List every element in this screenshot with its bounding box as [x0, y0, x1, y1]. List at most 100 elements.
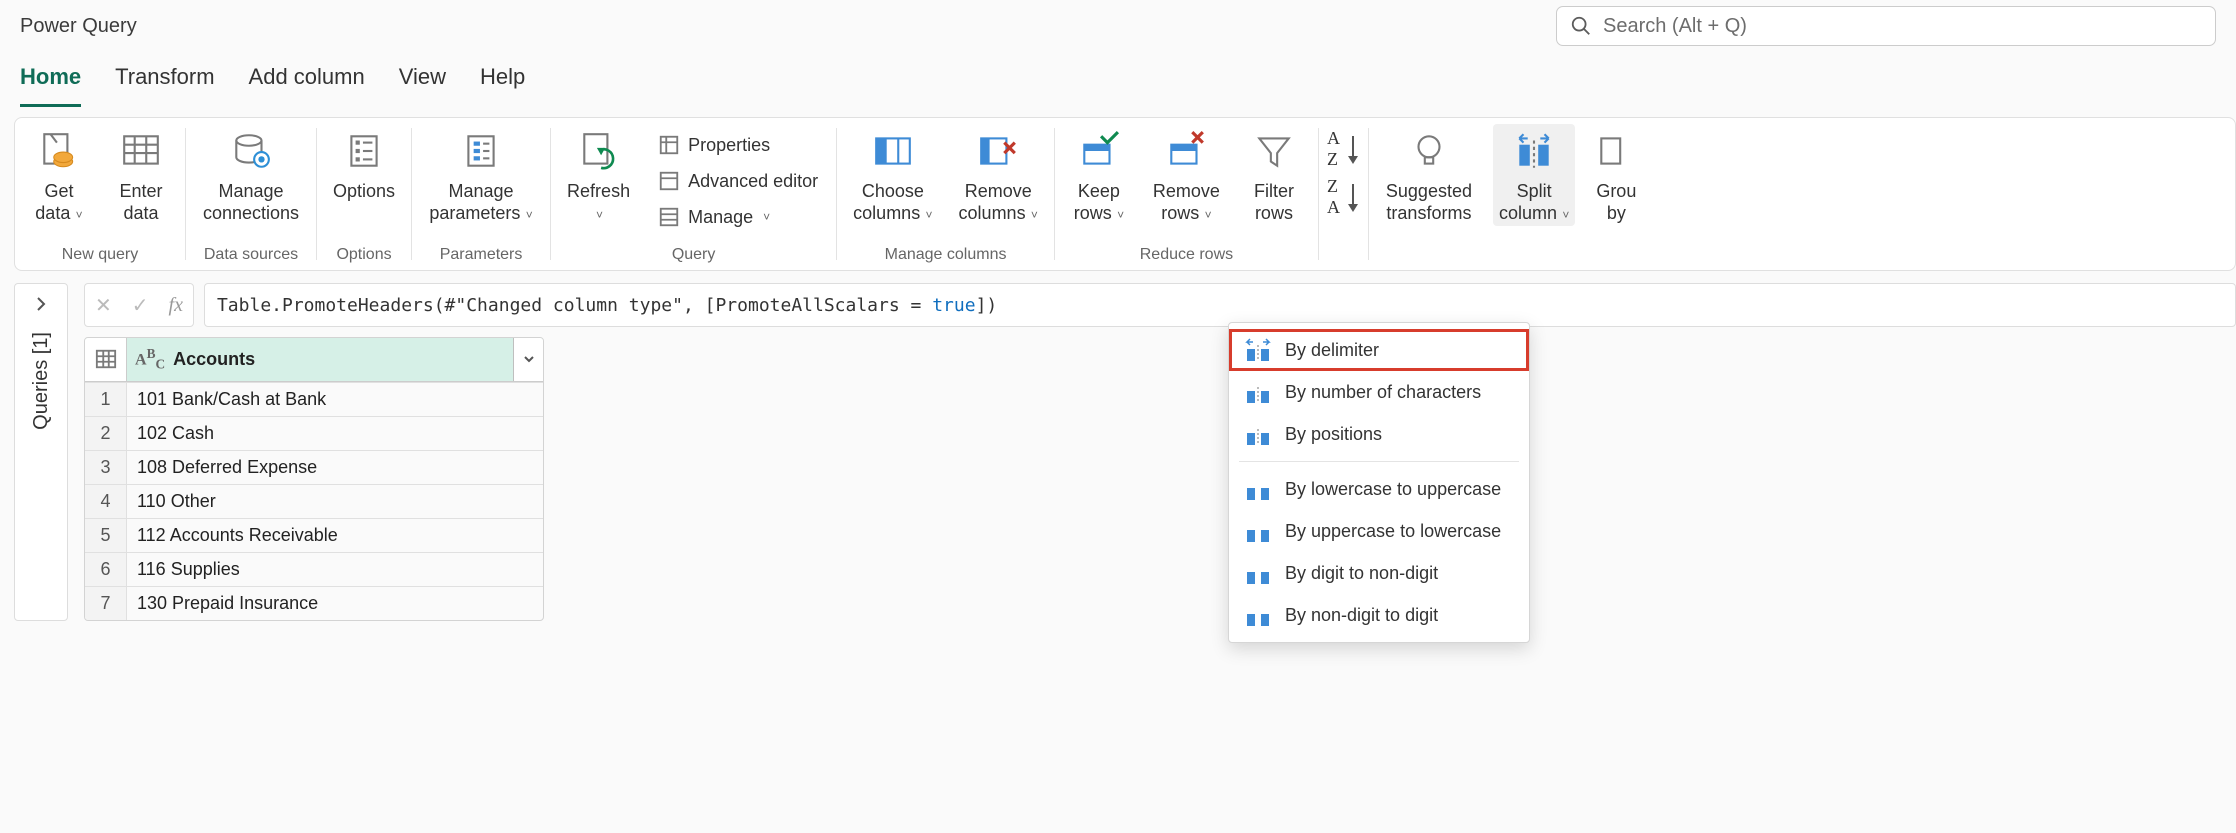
- table-row[interactable]: 6116 Supplies: [85, 552, 543, 586]
- cell-value[interactable]: 130 Prepaid Insurance: [127, 587, 543, 620]
- remove-columns-button[interactable]: Removecolumns ˅: [953, 124, 1044, 226]
- get-data-button[interactable]: Getdata ˅: [25, 124, 93, 226]
- table-row[interactable]: 1101 Bank/Cash at Bank: [85, 382, 543, 416]
- sugg-l1: Suggested: [1386, 181, 1472, 201]
- chevron-down-icon: ˅: [596, 208, 603, 222]
- table-row[interactable]: 4110 Other: [85, 484, 543, 518]
- formula-accept-button[interactable]: ✓: [128, 293, 153, 318]
- enter-data-button[interactable]: Enterdata: [107, 124, 175, 224]
- search-input[interactable]: [1556, 6, 2216, 46]
- table-icon[interactable]: [85, 338, 127, 381]
- row-number: 6: [85, 553, 127, 586]
- cell-value[interactable]: 110 Other: [127, 485, 543, 518]
- menu-by-delimiter[interactable]: By delimiter: [1229, 329, 1529, 371]
- table-row[interactable]: 7130 Prepaid Insurance: [85, 586, 543, 620]
- tab-view[interactable]: View: [399, 58, 446, 107]
- chevron-down-icon: ˅: [72, 208, 82, 222]
- properties-button[interactable]: Properties: [650, 130, 826, 160]
- remove-rows-l2: rows: [1161, 203, 1199, 223]
- group-reduce-rows: Keeprows ˅ Removerows ˅ Filterrows Reduc…: [1055, 122, 1318, 266]
- table-row[interactable]: 5112 Accounts Receivable: [85, 518, 543, 552]
- menu-by-positions[interactable]: By positions: [1229, 413, 1529, 455]
- remove-rows-button[interactable]: Removerows ˅: [1147, 124, 1226, 226]
- column-filter-button[interactable]: [513, 338, 543, 381]
- split-icon: [1245, 476, 1271, 502]
- get-data-label-2: data: [35, 203, 70, 223]
- sort-desc-button[interactable]: ZA: [1327, 176, 1360, 218]
- split-icon: [1245, 560, 1271, 586]
- cell-value[interactable]: 101 Bank/Cash at Bank: [127, 383, 543, 416]
- formula-cancel-button[interactable]: ✕: [91, 293, 116, 318]
- group-label-sort: [1341, 244, 1345, 266]
- tab-transform[interactable]: Transform: [115, 58, 214, 107]
- keep-rows-button[interactable]: Keeprows ˅: [1065, 124, 1133, 226]
- data-area: ✕ ✓ fx Table.PromoteHeaders(#"Changed co…: [68, 283, 2236, 621]
- chevron-down-icon: [523, 353, 535, 365]
- database-icon: [230, 130, 272, 172]
- search-box[interactable]: [1556, 6, 2216, 46]
- menu-upper-lower[interactable]: By uppercase to lowercase: [1229, 510, 1529, 552]
- cell-value[interactable]: 102 Cash: [127, 417, 543, 450]
- search-icon: [1570, 15, 1592, 37]
- sort-asc-button[interactable]: AZ: [1327, 128, 1360, 170]
- group-data-sources: Manageconnections Data sources: [186, 122, 316, 266]
- manage-button[interactable]: Manage ˅: [650, 202, 826, 232]
- group-label-options: Options: [336, 244, 391, 266]
- manage-connections-button[interactable]: Manageconnections: [196, 124, 306, 224]
- table-row[interactable]: 2102 Cash: [85, 416, 543, 450]
- group-by-button[interactable]: Grouby: [1589, 124, 1643, 224]
- cell-value[interactable]: 108 Deferred Expense: [127, 451, 543, 484]
- formula-text-prefix: Table.PromoteHeaders(#"Changed column ty…: [217, 295, 932, 316]
- column-header-accounts[interactable]: ABC Accounts: [127, 338, 513, 381]
- sort-asc-icon: AZ: [1327, 128, 1340, 170]
- choose-cols-l2: columns: [853, 203, 920, 223]
- queries-panel-collapsed[interactable]: Queries [1]: [14, 283, 68, 621]
- groupby-l1: Grou: [1596, 181, 1636, 201]
- choose-cols-l1: Choose: [862, 181, 924, 201]
- advanced-editor-button[interactable]: Advanced editor: [650, 166, 826, 196]
- menu-nondigit-digit[interactable]: By non-digit to digit: [1229, 594, 1529, 636]
- row-number: 3: [85, 451, 127, 484]
- menu-label: By non-digit to digit: [1285, 605, 1438, 626]
- group-label-reduce-rows: Reduce rows: [1140, 244, 1233, 266]
- choose-columns-button[interactable]: Choosecolumns ˅: [847, 124, 938, 226]
- fx-icon[interactable]: fx: [165, 294, 187, 317]
- formula-input[interactable]: Table.PromoteHeaders(#"Changed column ty…: [204, 283, 2236, 327]
- table-row[interactable]: 3108 Deferred Expense: [85, 450, 543, 484]
- menu-label: By digit to non-digit: [1285, 563, 1438, 584]
- manage-param-l2: parameters: [429, 203, 520, 223]
- manage-parameters-button[interactable]: Manageparameters ˅: [422, 124, 540, 226]
- tab-add-column[interactable]: Add column: [249, 58, 365, 107]
- chevron-down-icon: ˅: [1559, 208, 1569, 222]
- menu-by-num-chars[interactable]: By number of characters: [1229, 371, 1529, 413]
- menu-digit-nondigit[interactable]: By digit to non-digit: [1229, 552, 1529, 594]
- cell-value[interactable]: 112 Accounts Receivable: [127, 519, 543, 552]
- split-column-button[interactable]: Splitcolumn ˅: [1493, 124, 1575, 226]
- tab-home[interactable]: Home: [20, 58, 81, 107]
- arrow-down-icon: [1346, 182, 1360, 212]
- menu-label: By lowercase to uppercase: [1285, 479, 1501, 500]
- keep-rows-l2: rows: [1074, 203, 1112, 223]
- menu-lower-upper[interactable]: By lowercase to uppercase: [1229, 468, 1529, 510]
- tab-help[interactable]: Help: [480, 58, 525, 107]
- chevron-right-icon: [33, 296, 49, 312]
- suggested-transforms-button[interactable]: Suggestedtransforms: [1379, 124, 1479, 224]
- chevron-down-icon: ˅: [1201, 208, 1211, 222]
- manage-conn-l2: connections: [203, 203, 299, 223]
- options-button[interactable]: Options: [327, 124, 401, 202]
- cell-value[interactable]: 116 Supplies: [127, 553, 543, 586]
- parameters-icon: [460, 130, 502, 172]
- chevron-down-icon: ˅: [922, 208, 932, 222]
- remove-cols-l1: Remove: [965, 181, 1032, 201]
- filter-rows-l1: Filter: [1254, 181, 1294, 201]
- enter-data-icon: [120, 130, 162, 172]
- split-l2: column: [1499, 203, 1557, 223]
- manage-param-l1: Manage: [449, 181, 514, 201]
- options-label: Options: [333, 180, 395, 202]
- manage-conn-l1: Manage: [218, 181, 283, 201]
- group-options: Options Options: [317, 122, 411, 266]
- refresh-button[interactable]: Refresh˅: [561, 124, 636, 226]
- row-number: 4: [85, 485, 127, 518]
- menu-label: By number of characters: [1285, 382, 1481, 403]
- filter-rows-button[interactable]: Filterrows: [1240, 124, 1308, 224]
